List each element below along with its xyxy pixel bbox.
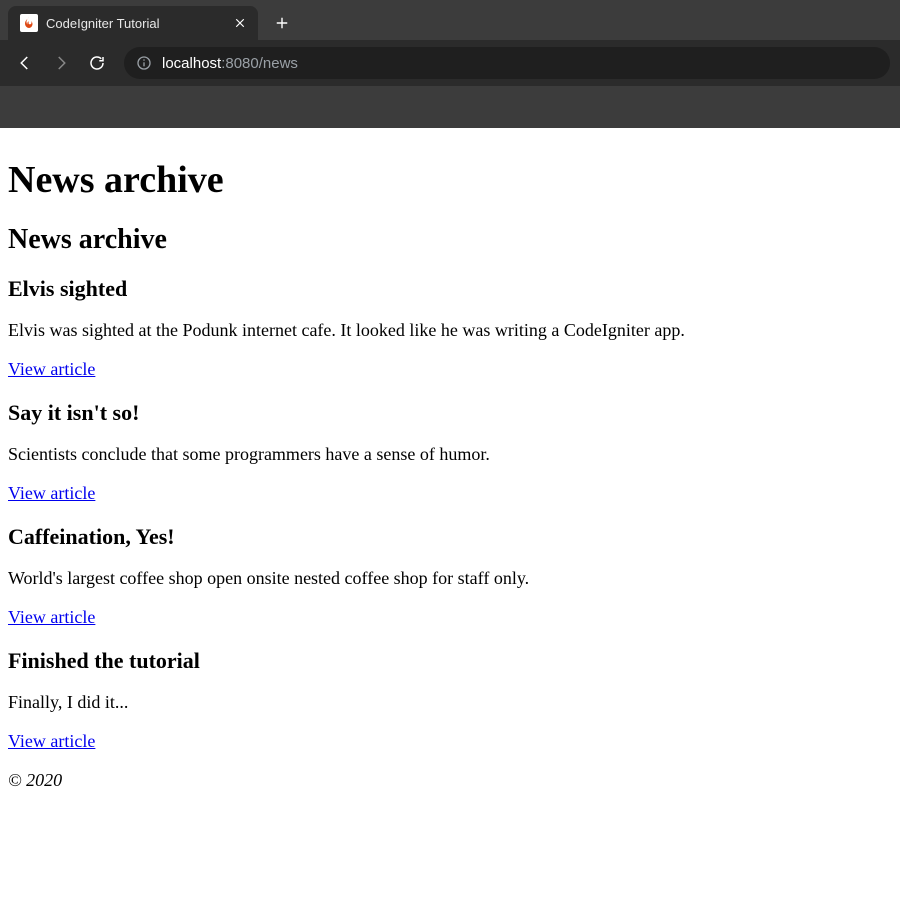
address-bar[interactable]: localhost:8080/news [124,47,890,79]
article-body: Finally, I did it... [8,692,892,713]
view-article-link[interactable]: View article [8,359,95,380]
new-tab-button[interactable] [268,9,296,37]
browser-chrome: CodeIgniter Tutorial localhost:8080/news [0,0,900,128]
url-text: localhost:8080/news [162,55,298,72]
close-icon[interactable] [232,15,248,31]
page-subtitle: News archive [8,224,892,256]
article-title: Finished the tutorial [8,648,892,674]
view-article-link[interactable]: View article [8,483,95,504]
page-title: News archive [8,158,892,202]
browser-tab[interactable]: CodeIgniter Tutorial [8,6,258,40]
browser-toolbar: localhost:8080/news [0,40,900,86]
url-port: :8080 [221,55,259,72]
reload-button[interactable] [82,48,112,78]
site-info-icon[interactable] [136,55,152,71]
view-article-link[interactable]: View article [8,607,95,628]
article-title: Say it isn't so! [8,400,892,426]
view-article-link[interactable]: View article [8,731,95,752]
codeigniter-flame-icon [20,14,38,32]
forward-button[interactable] [46,48,76,78]
article-title: Caffeination, Yes! [8,524,892,550]
url-host: localhost [162,55,221,72]
footer-text: © 2020 [8,770,62,790]
page-content: News archive News archive Elvis sighted … [0,128,900,817]
tab-title: CodeIgniter Tutorial [46,16,204,31]
back-button[interactable] [10,48,40,78]
chrome-spacer [0,86,900,128]
tab-bar: CodeIgniter Tutorial [0,0,900,40]
article-body: Elvis was sighted at the Podunk internet… [8,320,892,341]
url-path: /news [259,55,298,72]
article-body: World's largest coffee shop open onsite … [8,568,892,589]
article-body: Scientists conclude that some programmer… [8,444,892,465]
article-title: Elvis sighted [8,276,892,302]
